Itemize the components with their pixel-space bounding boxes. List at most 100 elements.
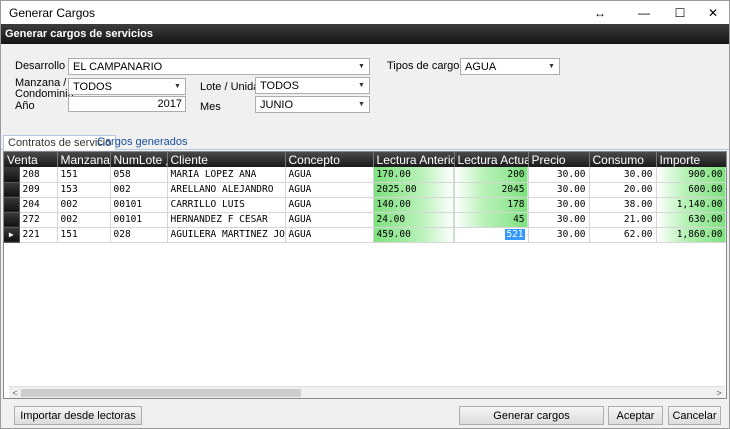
desarrollo-label: Desarrollo [15, 60, 66, 72]
cell-cliente[interactable]: ARELLANO ALEJANDRO [167, 182, 286, 198]
cell-importe[interactable]: 1,140.00 [656, 197, 726, 213]
cell-cliente[interactable]: HERNANDEZ F CESAR [167, 212, 286, 228]
cell-consumo[interactable]: 30.00 [589, 167, 657, 183]
cell-importe[interactable]: 630.00 [656, 212, 726, 228]
cell-lectura-actual[interactable]: 200 [454, 167, 529, 183]
aceptar-button[interactable]: Aceptar [608, 406, 663, 425]
lote-combo[interactable]: TODOS ▼ [255, 77, 370, 94]
cell-precio[interactable]: 30.00 [528, 182, 590, 198]
maximize-button[interactable]: ☐ [663, 1, 697, 24]
cell-manzana[interactable]: 002 [57, 212, 111, 228]
cell-precio[interactable]: 30.00 [528, 212, 590, 228]
cell-numlote[interactable]: 058 [110, 167, 168, 183]
current-row-arrow-icon[interactable]: ▶ [4, 227, 20, 243]
generar-cargos-button[interactable]: Generar cargos [459, 406, 604, 425]
cell-cliente[interactable]: CARRILLO LUIS [167, 197, 286, 213]
cell-venta[interactable]: 272 [19, 212, 58, 228]
cell-concepto[interactable]: AGUA [285, 167, 374, 183]
col-header-cliente[interactable]: Cliente [167, 152, 286, 167]
cell-importe[interactable]: 600.00 [656, 182, 726, 198]
cell-precio[interactable]: 30.00 [528, 197, 590, 213]
cell-venta[interactable]: 204 [19, 197, 58, 213]
close-button[interactable]: ✕ [696, 1, 730, 24]
horizontal-scrollbar[interactable]: < > [9, 386, 725, 398]
col-header-manzana[interactable]: Manzana △ [57, 152, 111, 167]
table-row[interactable]: 204 002 00101 CARRILLO LUIS AGUA 140.00 … [4, 197, 726, 213]
cell-concepto[interactable]: AGUA [285, 182, 374, 198]
row-selector[interactable] [4, 182, 20, 198]
cell-lectura-anterior[interactable]: 140.00 [373, 197, 455, 213]
cell-cliente[interactable]: MARIA LOPEZ ANA [167, 167, 286, 183]
cell-importe[interactable]: 900.00 [656, 167, 726, 183]
cell-lectura-anterior[interactable]: 459.00 [373, 227, 455, 243]
cell-numlote[interactable]: 028 [110, 227, 168, 243]
cell-lectura-anterior[interactable]: 24.00 [373, 212, 455, 228]
chevron-down-icon: ▼ [358, 63, 365, 70]
cell-consumo[interactable]: 20.00 [589, 182, 657, 198]
cell-manzana[interactable]: 151 [57, 227, 111, 243]
cell-consumo[interactable]: 38.00 [589, 197, 657, 213]
table-row[interactable]: 208 151 058 MARIA LOPEZ ANA AGUA 170.00 … [4, 167, 726, 183]
col-header-concepto[interactable]: Concepto [285, 152, 374, 167]
cancelar-button[interactable]: Cancelar [668, 406, 721, 425]
col-header-lectura-anterior[interactable]: Lectura Anterio [373, 152, 455, 167]
generar-cargos-window: Generar Cargos ↔ — ☐ ✕ Generar cargos de… [0, 0, 730, 429]
cell-manzana[interactable]: 153 [57, 182, 111, 198]
anio-value: 2017 [157, 98, 182, 110]
contratos-table: Venta Manzana △ NumLote △ Cliente Concep… [4, 152, 726, 243]
cell-consumo[interactable]: 21.00 [589, 212, 657, 228]
table-row-current[interactable]: ▶ 221 151 028 AGUILERA MARTINEZ JOS AGUA… [4, 227, 726, 243]
col-header-precio[interactable]: Precio [528, 152, 590, 167]
row-selector[interactable] [4, 212, 20, 228]
grid-header-row: Venta Manzana △ NumLote △ Cliente Concep… [4, 152, 726, 167]
table-row[interactable]: 209 153 002 ARELLANO ALEJANDRO AGUA 2025… [4, 182, 726, 198]
col-header-numlote[interactable]: NumLote △ [110, 152, 168, 167]
cell-numlote[interactable]: 00101 [110, 197, 168, 213]
lote-value: TODOS [260, 80, 299, 92]
cell-numlote[interactable]: 002 [110, 182, 168, 198]
scroll-left-icon[interactable]: < [9, 387, 21, 399]
table-row[interactable]: 272 002 00101 HERNANDEZ F CESAR AGUA 24.… [4, 212, 726, 228]
col-header-importe[interactable]: Importe [656, 152, 726, 167]
cell-lectura-anterior[interactable]: 170.00 [373, 167, 455, 183]
importar-lectoras-button[interactable]: Importar desde lectoras [14, 406, 142, 425]
row-selector[interactable] [4, 167, 20, 183]
minimize-button[interactable]: — [627, 1, 661, 24]
col-header-lectura-actual[interactable]: Lectura Actual [454, 152, 529, 167]
lectura-actual-edit-text[interactable]: 521 [505, 229, 525, 240]
cell-cliente[interactable]: AGUILERA MARTINEZ JOS [167, 227, 286, 243]
cell-venta[interactable]: 221 [19, 227, 58, 243]
cell-importe[interactable]: 1,860.00 [656, 227, 726, 243]
mes-combo[interactable]: JUNIO ▼ [255, 96, 370, 113]
cell-venta[interactable]: 208 [19, 167, 58, 183]
cell-lectura-actual-editing[interactable]: 521 [454, 227, 529, 243]
desarrollo-combo[interactable]: EL CAMPANARIO ▼ [68, 58, 370, 75]
cell-manzana[interactable]: 002 [57, 197, 111, 213]
tipos-cargo-combo[interactable]: AGUA ▼ [460, 58, 560, 75]
col-header-venta[interactable]: Venta [4, 152, 58, 167]
cell-precio[interactable]: 30.00 [528, 227, 590, 243]
cell-lectura-actual[interactable]: 45 [454, 212, 529, 228]
cell-concepto[interactable]: AGUA [285, 212, 374, 228]
col-header-consumo[interactable]: Consumo [589, 152, 657, 167]
resize-arrows-icon[interactable]: ↔ [583, 1, 617, 24]
cell-manzana[interactable]: 151 [57, 167, 111, 183]
condominio-label: Condominio [15, 88, 74, 100]
row-selector[interactable] [4, 197, 20, 213]
cell-precio[interactable]: 30.00 [528, 167, 590, 183]
cell-venta[interactable]: 209 [19, 182, 58, 198]
cell-lectura-anterior[interactable]: 2025.00 [373, 182, 455, 198]
chevron-down-icon: ▼ [358, 82, 365, 89]
mes-label: Mes [200, 101, 221, 113]
scroll-right-icon[interactable]: > [713, 387, 725, 399]
cell-lectura-actual[interactable]: 2045 [454, 182, 529, 198]
cell-consumo[interactable]: 62.00 [589, 227, 657, 243]
tab-cargos-generados[interactable]: Cargos generados [93, 135, 192, 150]
anio-input[interactable]: 2017 [68, 96, 186, 112]
manzana-combo[interactable]: TODOS ▼ [68, 78, 186, 95]
cell-concepto[interactable]: AGUA [285, 197, 374, 213]
cell-concepto[interactable]: AGUA [285, 227, 374, 243]
scrollbar-thumb[interactable] [21, 389, 301, 397]
cell-numlote[interactable]: 00101 [110, 212, 168, 228]
cell-lectura-actual[interactable]: 178 [454, 197, 529, 213]
